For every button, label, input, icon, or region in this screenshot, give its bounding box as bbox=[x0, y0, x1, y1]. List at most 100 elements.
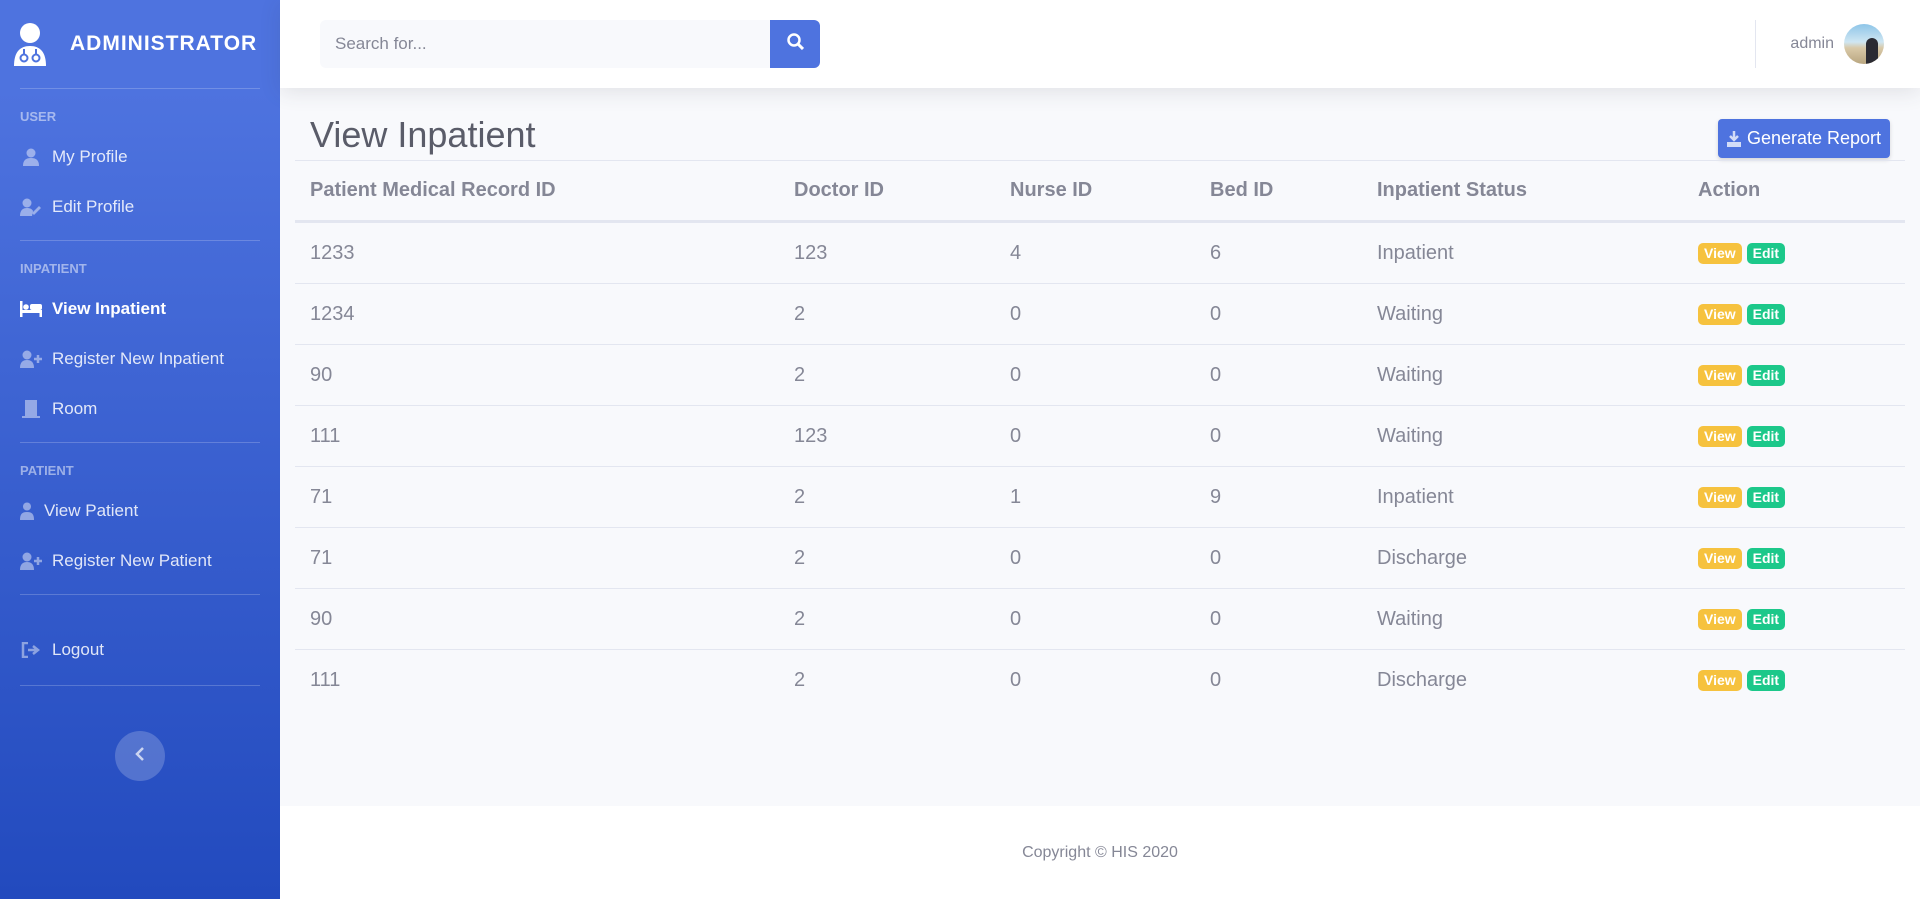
search-input[interactable] bbox=[320, 20, 770, 68]
sidebar-item-view-inpatient[interactable]: View Inpatient bbox=[0, 284, 280, 334]
sidebar-item-label: My Profile bbox=[52, 147, 128, 166]
edit-button[interactable]: Edit bbox=[1746, 547, 1786, 569]
user-dropdown[interactable]: admin bbox=[1790, 24, 1884, 64]
cell-actions: View Edit bbox=[1683, 425, 1905, 447]
sidebar-item-label: Register New Patient bbox=[52, 551, 212, 570]
table-row: 71 2 1 9 Inpatient View Edit bbox=[295, 466, 1905, 527]
sidebar-divider bbox=[20, 685, 260, 686]
view-button[interactable]: View bbox=[1698, 547, 1742, 569]
cell-bed-id: 0 bbox=[1210, 546, 1222, 569]
view-button[interactable]: View bbox=[1698, 303, 1742, 325]
cell-status: Discharge bbox=[1377, 546, 1468, 569]
edit-button[interactable]: Edit bbox=[1746, 669, 1786, 691]
sidebar-item-label: Register New Inpatient bbox=[52, 349, 224, 368]
cell-status: Waiting bbox=[1377, 607, 1443, 630]
sidebar-divider bbox=[20, 594, 260, 595]
view-button[interactable]: View bbox=[1698, 669, 1742, 691]
user-injured-icon bbox=[20, 502, 34, 520]
page-title: View Inpatient bbox=[310, 114, 536, 155]
column-header: Bed ID bbox=[1210, 179, 1274, 201]
cell-bed-id: 0 bbox=[1210, 668, 1222, 691]
edit-button[interactable]: Edit bbox=[1746, 303, 1786, 325]
view-button[interactable]: View bbox=[1698, 608, 1742, 630]
cell-bed-id: 0 bbox=[1210, 302, 1222, 325]
column-header: Inpatient Status bbox=[1377, 179, 1528, 201]
brand-title: ADMINISTRATOR bbox=[70, 32, 258, 55]
table-row: 90 2 0 0 Waiting View Edit bbox=[295, 588, 1905, 649]
sidebar-item-label: Room bbox=[52, 399, 98, 418]
sidebar-item-my-profile[interactable]: My Profile bbox=[0, 132, 280, 182]
cell-nurse-id: 4 bbox=[1010, 241, 1022, 264]
table-row: 111 2 0 0 Discharge View Edit bbox=[295, 649, 1905, 710]
topbar-divider bbox=[1755, 20, 1756, 68]
section-heading-inpatient: INPATIENT bbox=[20, 261, 87, 276]
cell-nurse-id: 0 bbox=[1010, 668, 1022, 691]
bed-icon bbox=[20, 300, 42, 318]
cell-actions: View Edit bbox=[1683, 303, 1905, 325]
search-icon bbox=[786, 33, 804, 55]
view-button[interactable]: View bbox=[1698, 486, 1742, 508]
edit-button[interactable]: Edit bbox=[1746, 242, 1786, 264]
copyright-text: Copyright © HIS 2020 bbox=[1022, 843, 1178, 861]
cell-record-id: 90 bbox=[310, 607, 333, 630]
cell-nurse-id: 1 bbox=[1010, 485, 1022, 508]
user-plus-icon bbox=[20, 350, 42, 368]
avatar bbox=[1844, 24, 1884, 64]
cell-actions: View Edit bbox=[1683, 669, 1905, 691]
user-icon bbox=[20, 148, 42, 166]
cell-actions: View Edit bbox=[1683, 547, 1905, 569]
sidebar-item-room[interactable]: Room bbox=[0, 384, 280, 434]
sidebar-toggle-button[interactable] bbox=[115, 731, 165, 781]
column-header: Action bbox=[1698, 179, 1761, 201]
table-header: Patient Medical Record ID Doctor ID Nurs… bbox=[295, 160, 1905, 222]
table-row: 1233 123 4 6 Inpatient View Edit bbox=[295, 222, 1905, 283]
cell-doctor-id: 2 bbox=[794, 485, 806, 508]
view-button[interactable]: View bbox=[1698, 364, 1742, 386]
cell-record-id: 90 bbox=[310, 363, 333, 386]
cell-doctor-id: 2 bbox=[794, 668, 806, 691]
cell-status: Waiting bbox=[1377, 302, 1443, 325]
cell-status: Discharge bbox=[1377, 668, 1468, 691]
user-edit-icon bbox=[20, 198, 42, 216]
search-form bbox=[320, 20, 820, 68]
generate-report-label: Generate Report bbox=[1746, 128, 1882, 148]
cell-doctor-id: 123 bbox=[794, 241, 828, 264]
view-button[interactable]: View bbox=[1698, 425, 1742, 447]
cell-bed-id: 6 bbox=[1210, 241, 1222, 264]
table-row: 90 2 0 0 Waiting View Edit bbox=[295, 344, 1905, 405]
edit-button[interactable]: Edit bbox=[1746, 364, 1786, 386]
view-button[interactable]: View bbox=[1698, 242, 1742, 264]
section-heading-user: USER bbox=[20, 109, 57, 124]
sidebar: ADMINISTRATOR USER My Profile Edit Profi… bbox=[0, 0, 280, 899]
edit-button[interactable]: Edit bbox=[1746, 486, 1786, 508]
cell-bed-id: 9 bbox=[1210, 485, 1222, 508]
sidebar-item-logout[interactable]: Logout bbox=[0, 625, 280, 675]
column-header: Doctor ID bbox=[794, 179, 884, 201]
cell-actions: View Edit bbox=[1683, 364, 1905, 386]
sign-out-icon bbox=[20, 641, 42, 659]
cell-status: Inpatient bbox=[1377, 241, 1454, 264]
download-icon bbox=[1726, 130, 1741, 147]
cell-nurse-id: 0 bbox=[1010, 607, 1022, 630]
edit-button[interactable]: Edit bbox=[1746, 425, 1786, 447]
cell-status: Inpatient bbox=[1377, 485, 1454, 508]
edit-button[interactable]: Edit bbox=[1746, 608, 1786, 630]
sidebar-item-register-patient[interactable]: Register New Patient bbox=[0, 536, 280, 586]
cell-doctor-id: 2 bbox=[794, 607, 806, 630]
cell-doctor-id: 2 bbox=[794, 546, 806, 569]
user-plus-icon bbox=[20, 552, 42, 570]
user-doctor-icon bbox=[12, 22, 48, 66]
cell-bed-id: 0 bbox=[1210, 363, 1222, 386]
search-button[interactable] bbox=[770, 20, 820, 68]
generate-report-button[interactable]: Generate Report bbox=[1718, 119, 1890, 158]
cell-record-id: 71 bbox=[310, 546, 333, 569]
topbar: admin bbox=[280, 0, 1920, 88]
cell-actions: View Edit bbox=[1683, 486, 1905, 508]
sidebar-item-register-inpatient[interactable]: Register New Inpatient bbox=[0, 334, 280, 384]
sidebar-brand[interactable]: ADMINISTRATOR bbox=[0, 0, 280, 88]
sidebar-item-view-patient[interactable]: View Patient bbox=[0, 486, 280, 536]
cell-nurse-id: 0 bbox=[1010, 363, 1022, 386]
cell-doctor-id: 2 bbox=[794, 363, 806, 386]
column-header: Nurse ID bbox=[1010, 179, 1093, 201]
sidebar-item-edit-profile[interactable]: Edit Profile bbox=[0, 182, 280, 232]
